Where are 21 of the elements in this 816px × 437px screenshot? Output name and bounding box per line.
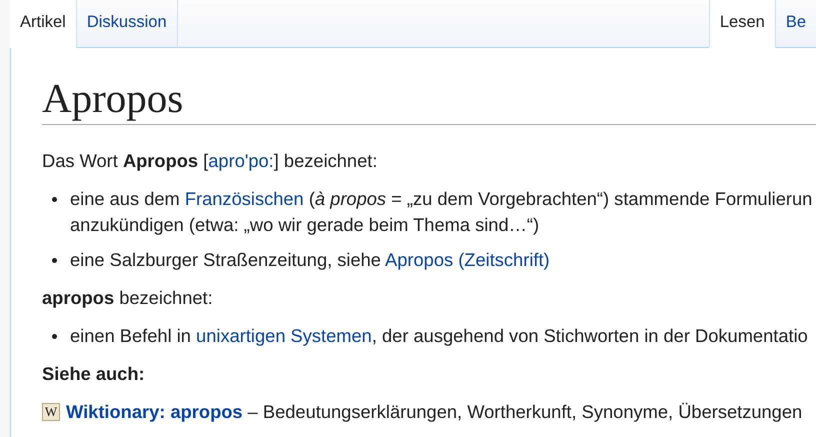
tab[interactable]: Lesen: [708, 0, 775, 48]
link[interactable]: apro'po:: [208, 150, 274, 171]
page-title: Apropos: [42, 74, 816, 125]
list-item: eine aus dem Französischen (à propos = „zu dem Vorgebrachten“) stammende Formulierun anzukündigen (etwa: „wo wir gerade beim Thema sind…“): [70, 187, 812, 237]
link[interactable]: Apropos (Zeitschrift): [385, 249, 550, 270]
section-label: Siehe auch:: [42, 362, 146, 386]
bullet-icon: [52, 334, 57, 339]
link[interactable]: unixartigen Systemen: [196, 325, 372, 346]
tab[interactable]: Artikel: [10, 0, 76, 48]
link[interactable]: Wiktionary: apropos: [66, 401, 243, 422]
paragraph: Das Wort Apropos [apro'po:] bezeichnet:: [42, 149, 378, 173]
tab[interactable]: Diskussion: [76, 0, 177, 48]
link[interactable]: Französischen: [184, 188, 304, 209]
list-item: einen Befehl in unixartigen Systemen, der ausgehend von Stichworten in der Dokumentatio: [70, 324, 808, 348]
bullet-icon: [52, 258, 57, 263]
tab[interactable]: Be: [774, 0, 816, 48]
paragraph: Wiktionary: apropos – Bedeutungserklärungen, Wortherkunft, Synonyme, Übersetzungen: [66, 400, 802, 424]
list-item: eine Salzburger Straßenzeitung, siehe Apropos (Zeitschrift): [70, 248, 550, 272]
bullet-icon: [52, 197, 57, 202]
paragraph: apropos bezeichnet:: [42, 286, 214, 310]
wiktionary-icon: W: [42, 403, 60, 421]
